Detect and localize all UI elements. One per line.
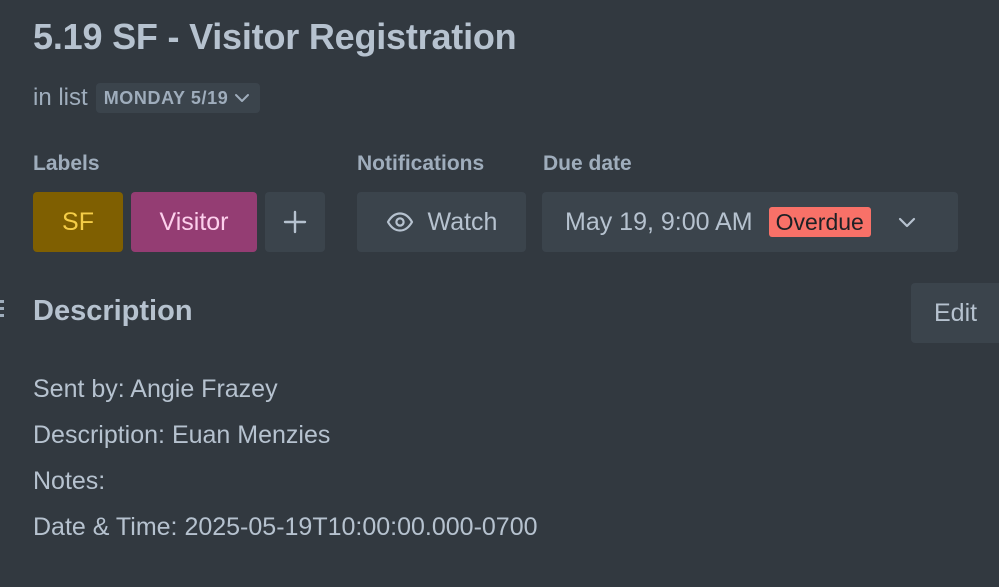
- due-date-value: May 19, 9:00 AM: [565, 207, 753, 236]
- plus-icon: [283, 210, 307, 234]
- description-body[interactable]: Sent by: Angie Frazey Description: Euan …: [33, 373, 538, 557]
- watch-label: Watch: [427, 207, 498, 236]
- eye-icon: [386, 212, 413, 232]
- description-line-description: Description: Euan Menzies: [33, 421, 331, 449]
- chevron-down-icon: [898, 217, 915, 228]
- description-line-notes: Notes:: [33, 467, 106, 495]
- notifications-heading: Notifications: [357, 152, 485, 175]
- list-selector-button[interactable]: MONDAY 5/19: [95, 83, 261, 113]
- add-label-button[interactable]: [265, 192, 325, 252]
- label-visitor[interactable]: Visitor: [131, 192, 257, 252]
- due-date-button[interactable]: May 19, 9:00 AM Overdue: [542, 192, 958, 252]
- description-line-sent-by: Sent by: Angie Frazey: [33, 375, 278, 403]
- due-date-chevron: [897, 212, 917, 232]
- description-heading: Description: [33, 295, 193, 327]
- label-sf[interactable]: SF: [33, 192, 123, 252]
- chevron-down-icon: [235, 94, 250, 102]
- in-list-row: in list MONDAY 5/19: [33, 82, 261, 114]
- edit-description-button[interactable]: Edit: [911, 283, 999, 343]
- due-date-heading: Due date: [543, 152, 632, 175]
- description-line-date-time: Date & Time: 2025-05-19T10:00:00.000-070…: [33, 513, 538, 541]
- labels-heading: Labels: [33, 152, 100, 175]
- watch-button[interactable]: Watch: [357, 192, 526, 252]
- drag-handle-icon[interactable]: [0, 298, 4, 320]
- card-title[interactable]: 5.19 SF - Visitor Registration: [33, 16, 517, 58]
- in-list-prefix: in list: [33, 84, 88, 111]
- overdue-badge: Overdue: [768, 207, 871, 237]
- list-name: MONDAY 5/19: [103, 87, 229, 108]
